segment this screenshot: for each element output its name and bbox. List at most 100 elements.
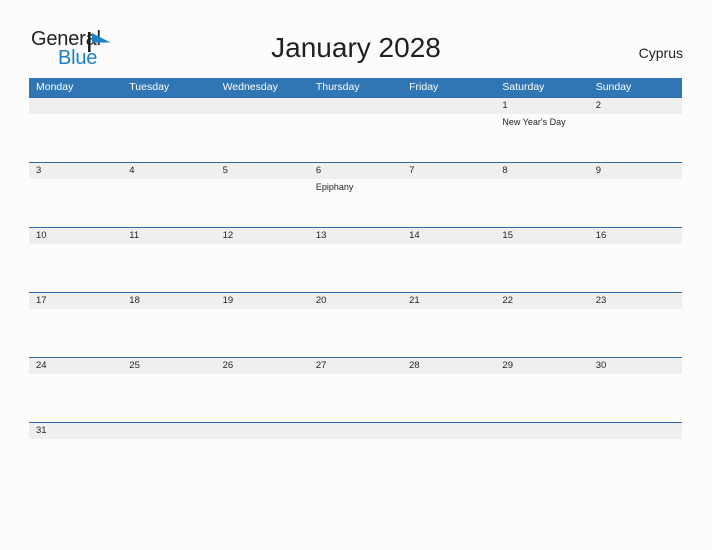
day-number-band: 3 4 5 6 7 8 9 [29,163,682,179]
day-event [309,309,402,311]
day-number[interactable]: 24 [29,358,122,374]
day-number-band: 17 18 19 20 21 22 23 [29,293,682,309]
day-number[interactable]: 12 [216,228,309,244]
day-number[interactable]: 1 [495,98,588,114]
weekday-header-saturday: Saturday [502,81,545,93]
day-event-band [29,374,682,376]
day-number[interactable]: 7 [402,163,495,179]
week-row: 3 4 5 6 7 8 9 Epiphany [29,162,682,227]
day-number[interactable]: 5 [216,163,309,179]
day-number-band: 24 25 26 27 28 29 30 [29,358,682,374]
day-event [589,244,682,246]
day-event-band [29,309,682,311]
day-number[interactable]: 6 [309,163,402,179]
weekday-header-row: Monday Tuesday Wednesday Thursday Friday… [29,78,682,97]
day-number[interactable]: 22 [495,293,588,309]
day-number[interactable]: 30 [589,358,682,374]
day-event [216,244,309,246]
weekday-header-wednesday: Wednesday [222,81,278,93]
day-event [402,374,495,376]
page-title: January 2028 [271,32,441,63]
day-event [402,179,495,193]
day-event [495,309,588,311]
day-event [402,244,495,246]
day-event: Epiphany [315,182,354,192]
day-number[interactable]: 27 [309,358,402,374]
day-number[interactable] [29,98,122,114]
day-number[interactable] [589,423,682,439]
day-event [589,179,682,193]
day-number[interactable] [402,423,495,439]
day-event [402,114,495,128]
day-number[interactable] [309,98,402,114]
day-number[interactable]: 21 [402,293,495,309]
day-event [122,439,215,441]
day-number[interactable]: 28 [402,358,495,374]
day-event [29,374,122,376]
weekday-header-friday: Friday [409,81,439,93]
day-event [309,114,402,128]
calendar-grid: Monday Tuesday Wednesday Thursday Friday… [29,78,682,454]
day-event [216,374,309,376]
day-number[interactable]: 9 [589,163,682,179]
day-number[interactable]: 10 [29,228,122,244]
day-event [309,244,402,246]
day-number[interactable] [216,98,309,114]
day-event [216,439,309,441]
day-number[interactable]: 25 [122,358,215,374]
day-event: New Year's Day [502,117,566,127]
day-event [589,309,682,311]
week-row: 24 25 26 27 28 29 30 [29,357,682,422]
day-event [402,309,495,311]
day-number[interactable] [216,423,309,439]
day-number[interactable]: 2 [589,98,682,114]
day-event [29,244,122,246]
day-event-band: New Year's Day [29,114,682,128]
page-header: General Blue January 2028 Cyprus [0,0,712,76]
day-event [402,439,495,441]
day-number[interactable]: 19 [216,293,309,309]
day-number[interactable]: 31 [29,423,122,439]
day-number[interactable]: 18 [122,293,215,309]
weekday-header-thursday: Thursday [315,81,360,93]
day-event [29,114,122,128]
week-row: 31 [29,422,682,454]
week-row: 10 11 12 13 14 15 16 [29,227,682,292]
day-event [122,309,215,311]
day-number[interactable]: 8 [495,163,588,179]
week-row: 1 2 New Year's Day [29,97,682,162]
day-event-band [29,244,682,246]
weekday-header-tuesday: Tuesday [129,81,170,93]
day-number[interactable] [495,423,588,439]
day-event [122,244,215,246]
day-number[interactable]: 16 [589,228,682,244]
day-event [309,374,402,376]
day-number[interactable]: 4 [122,163,215,179]
day-number[interactable] [309,423,402,439]
day-number[interactable]: 23 [589,293,682,309]
day-number-band: 31 [29,423,682,439]
day-number[interactable] [122,98,215,114]
day-event [495,244,588,246]
day-number[interactable] [402,98,495,114]
day-number[interactable]: 13 [309,228,402,244]
day-number[interactable]: 29 [495,358,588,374]
day-event [29,179,122,193]
day-number[interactable]: 17 [29,293,122,309]
day-event [589,439,682,441]
day-event [122,374,215,376]
weekday-header-sunday: Sunday [595,81,632,93]
day-number[interactable]: 11 [122,228,215,244]
day-event [495,374,588,376]
day-event [589,114,682,128]
day-number[interactable] [122,423,215,439]
day-number[interactable]: 20 [309,293,402,309]
day-number[interactable]: 26 [216,358,309,374]
day-number[interactable]: 3 [29,163,122,179]
day-event-band [29,439,682,441]
day-event [122,114,215,128]
day-event [589,374,682,376]
day-event [216,309,309,311]
day-number[interactable]: 14 [402,228,495,244]
day-number[interactable]: 15 [495,228,588,244]
